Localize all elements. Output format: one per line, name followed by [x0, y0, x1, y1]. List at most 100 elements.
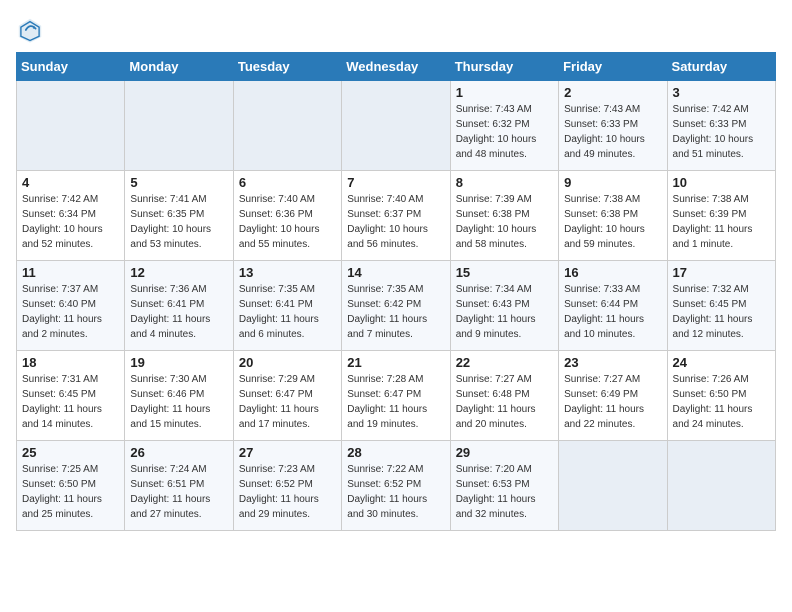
header-sunday: Sunday	[17, 53, 125, 81]
day-info: Sunrise: 7:40 AM Sunset: 6:37 PM Dayligh…	[347, 192, 444, 252]
day-info: Sunrise: 7:35 AM Sunset: 6:41 PM Dayligh…	[239, 282, 336, 342]
calendar-week-row: 18 Sunrise: 7:31 AM Sunset: 6:45 PM Dayli…	[17, 351, 776, 441]
day-info: Sunrise: 7:43 AM Sunset: 6:33 PM Dayligh…	[564, 102, 661, 162]
day-number: 28	[347, 445, 444, 460]
header-tuesday: Tuesday	[233, 53, 341, 81]
day-number: 25	[22, 445, 119, 460]
day-info: Sunrise: 7:33 AM Sunset: 6:44 PM Dayligh…	[564, 282, 661, 342]
calendar-cell: 17 Sunrise: 7:32 AM Sunset: 6:45 PM Dayli…	[667, 261, 775, 351]
calendar-cell	[17, 81, 125, 171]
calendar-cell: 12 Sunrise: 7:36 AM Sunset: 6:41 PM Dayli…	[125, 261, 233, 351]
calendar-week-row: 4Sunrise: 7:42 AM Sunset: 6:34 PM Daylig…	[17, 171, 776, 261]
calendar-cell: 3Sunrise: 7:42 AM Sunset: 6:33 PM Daylig…	[667, 81, 775, 171]
calendar-header-row: SundayMondayTuesdayWednesdayThursdayFrid…	[17, 53, 776, 81]
day-info: Sunrise: 7:43 AM Sunset: 6:32 PM Dayligh…	[456, 102, 553, 162]
day-info: Sunrise: 7:23 AM Sunset: 6:52 PM Dayligh…	[239, 462, 336, 522]
calendar-cell: 27 Sunrise: 7:23 AM Sunset: 6:52 PM Dayli…	[233, 441, 341, 531]
calendar-cell: 11Sunrise: 7:37 AM Sunset: 6:40 PM Dayli…	[17, 261, 125, 351]
header-friday: Friday	[559, 53, 667, 81]
day-info: Sunrise: 7:32 AM Sunset: 6:45 PM Dayligh…	[673, 282, 770, 342]
calendar-cell: 5 Sunrise: 7:41 AM Sunset: 6:35 PM Daylig…	[125, 171, 233, 261]
day-number: 5	[130, 175, 227, 190]
day-number: 19	[130, 355, 227, 370]
day-info: Sunrise: 7:24 AM Sunset: 6:51 PM Dayligh…	[130, 462, 227, 522]
logo-icon	[16, 16, 44, 44]
day-number: 18	[22, 355, 119, 370]
day-info: Sunrise: 7:37 AM Sunset: 6:40 PM Dayligh…	[22, 282, 119, 342]
calendar-cell	[559, 441, 667, 531]
day-number: 14	[347, 265, 444, 280]
day-info: Sunrise: 7:31 AM Sunset: 6:45 PM Dayligh…	[22, 372, 119, 432]
day-number: 13	[239, 265, 336, 280]
day-number: 22	[456, 355, 553, 370]
day-number: 8	[456, 175, 553, 190]
calendar-cell: 4Sunrise: 7:42 AM Sunset: 6:34 PM Daylig…	[17, 171, 125, 261]
calendar-cell: 23 Sunrise: 7:27 AM Sunset: 6:49 PM Dayli…	[559, 351, 667, 441]
calendar-cell: 21 Sunrise: 7:28 AM Sunset: 6:47 PM Dayli…	[342, 351, 450, 441]
day-number: 12	[130, 265, 227, 280]
calendar-week-row: 1 Sunrise: 7:43 AM Sunset: 6:32 PM Daylig…	[17, 81, 776, 171]
day-info: Sunrise: 7:30 AM Sunset: 6:46 PM Dayligh…	[130, 372, 227, 432]
calendar-cell: 18 Sunrise: 7:31 AM Sunset: 6:45 PM Dayli…	[17, 351, 125, 441]
day-info: Sunrise: 7:38 AM Sunset: 6:38 PM Dayligh…	[564, 192, 661, 252]
calendar-cell: 22 Sunrise: 7:27 AM Sunset: 6:48 PM Dayli…	[450, 351, 558, 441]
day-info: Sunrise: 7:40 AM Sunset: 6:36 PM Dayligh…	[239, 192, 336, 252]
day-info: Sunrise: 7:41 AM Sunset: 6:35 PM Dayligh…	[130, 192, 227, 252]
day-info: Sunrise: 7:39 AM Sunset: 6:38 PM Dayligh…	[456, 192, 553, 252]
calendar-cell: 28Sunrise: 7:22 AM Sunset: 6:52 PM Dayli…	[342, 441, 450, 531]
day-info: Sunrise: 7:27 AM Sunset: 6:48 PM Dayligh…	[456, 372, 553, 432]
day-info: Sunrise: 7:29 AM Sunset: 6:47 PM Dayligh…	[239, 372, 336, 432]
calendar-cell: 13 Sunrise: 7:35 AM Sunset: 6:41 PM Dayli…	[233, 261, 341, 351]
day-info: Sunrise: 7:26 AM Sunset: 6:50 PM Dayligh…	[673, 372, 770, 432]
calendar-cell: 10 Sunrise: 7:38 AM Sunset: 6:39 PM Dayli…	[667, 171, 775, 261]
calendar-week-row: 25 Sunrise: 7:25 AM Sunset: 6:50 PM Dayli…	[17, 441, 776, 531]
day-number: 10	[673, 175, 770, 190]
calendar-cell: 24 Sunrise: 7:26 AM Sunset: 6:50 PM Dayli…	[667, 351, 775, 441]
day-number: 23	[564, 355, 661, 370]
calendar-cell: 29 Sunrise: 7:20 AM Sunset: 6:53 PM Dayli…	[450, 441, 558, 531]
calendar-cell: 2 Sunrise: 7:43 AM Sunset: 6:33 PM Daylig…	[559, 81, 667, 171]
day-number: 7	[347, 175, 444, 190]
calendar-cell: 8 Sunrise: 7:39 AM Sunset: 6:38 PM Daylig…	[450, 171, 558, 261]
day-number: 2	[564, 85, 661, 100]
day-number: 17	[673, 265, 770, 280]
calendar-cell: 25 Sunrise: 7:25 AM Sunset: 6:50 PM Dayli…	[17, 441, 125, 531]
day-info: Sunrise: 7:34 AM Sunset: 6:43 PM Dayligh…	[456, 282, 553, 342]
calendar-cell	[233, 81, 341, 171]
day-info: Sunrise: 7:38 AM Sunset: 6:39 PM Dayligh…	[673, 192, 770, 252]
day-number: 27	[239, 445, 336, 460]
day-number: 15	[456, 265, 553, 280]
day-number: 20	[239, 355, 336, 370]
day-number: 16	[564, 265, 661, 280]
day-info: Sunrise: 7:25 AM Sunset: 6:50 PM Dayligh…	[22, 462, 119, 522]
day-number: 24	[673, 355, 770, 370]
calendar-cell: 6 Sunrise: 7:40 AM Sunset: 6:36 PM Daylig…	[233, 171, 341, 261]
header-monday: Monday	[125, 53, 233, 81]
calendar-cell	[125, 81, 233, 171]
day-info: Sunrise: 7:42 AM Sunset: 6:34 PM Dayligh…	[22, 192, 119, 252]
calendar-cell: 1 Sunrise: 7:43 AM Sunset: 6:32 PM Daylig…	[450, 81, 558, 171]
day-number: 26	[130, 445, 227, 460]
day-info: Sunrise: 7:42 AM Sunset: 6:33 PM Dayligh…	[673, 102, 770, 162]
day-info: Sunrise: 7:27 AM Sunset: 6:49 PM Dayligh…	[564, 372, 661, 432]
day-info: Sunrise: 7:28 AM Sunset: 6:47 PM Dayligh…	[347, 372, 444, 432]
logo	[16, 16, 48, 44]
day-number: 29	[456, 445, 553, 460]
day-info: Sunrise: 7:20 AM Sunset: 6:53 PM Dayligh…	[456, 462, 553, 522]
day-number: 21	[347, 355, 444, 370]
calendar-week-row: 11Sunrise: 7:37 AM Sunset: 6:40 PM Dayli…	[17, 261, 776, 351]
calendar-cell: 26 Sunrise: 7:24 AM Sunset: 6:51 PM Dayli…	[125, 441, 233, 531]
day-info: Sunrise: 7:36 AM Sunset: 6:41 PM Dayligh…	[130, 282, 227, 342]
calendar-cell: 15 Sunrise: 7:34 AM Sunset: 6:43 PM Dayli…	[450, 261, 558, 351]
day-number: 1	[456, 85, 553, 100]
calendar-cell	[667, 441, 775, 531]
header-wednesday: Wednesday	[342, 53, 450, 81]
page-header	[16, 16, 776, 44]
calendar-cell: 16 Sunrise: 7:33 AM Sunset: 6:44 PM Dayli…	[559, 261, 667, 351]
day-number: 9	[564, 175, 661, 190]
day-info: Sunrise: 7:35 AM Sunset: 6:42 PM Dayligh…	[347, 282, 444, 342]
header-saturday: Saturday	[667, 53, 775, 81]
calendar-cell: 14 Sunrise: 7:35 AM Sunset: 6:42 PM Dayli…	[342, 261, 450, 351]
day-number: 6	[239, 175, 336, 190]
calendar-cell: 9 Sunrise: 7:38 AM Sunset: 6:38 PM Daylig…	[559, 171, 667, 261]
